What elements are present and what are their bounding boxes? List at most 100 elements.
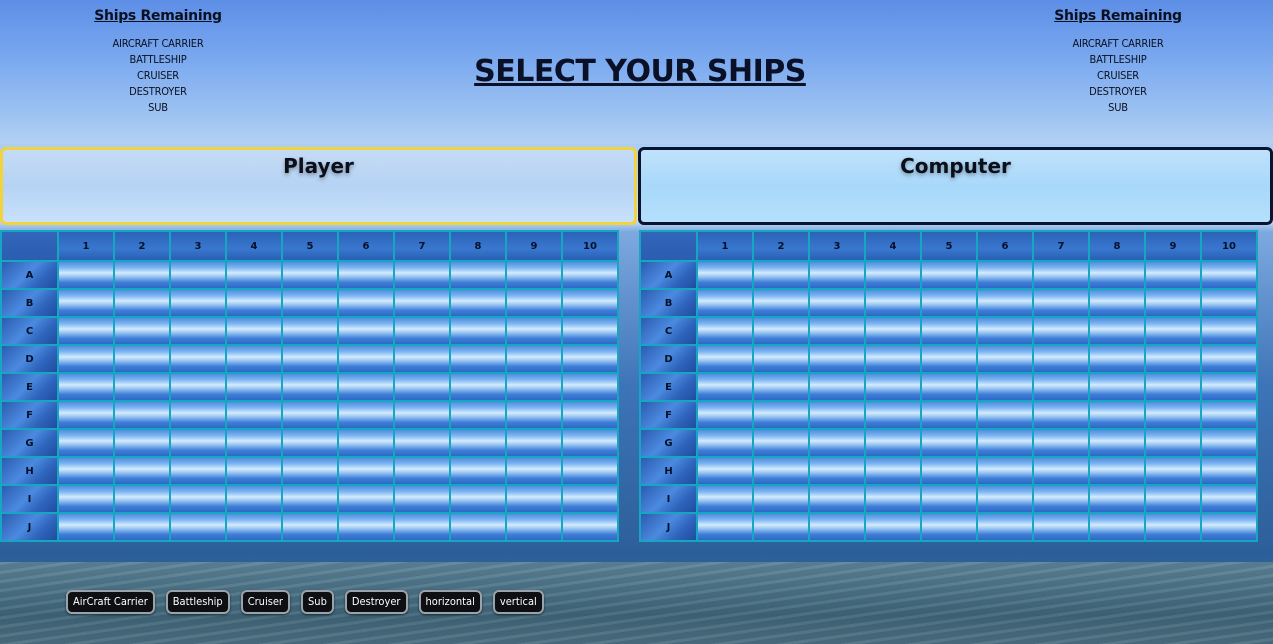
computer-board-cell[interactable] [1200, 512, 1258, 542]
player-board-cell[interactable] [449, 316, 507, 346]
player-board-cell[interactable] [393, 288, 451, 318]
computer-board-cell[interactable] [696, 260, 754, 290]
computer-board-cell[interactable] [1032, 344, 1090, 374]
player-board-cell[interactable] [449, 344, 507, 374]
player-board-cell[interactable] [57, 260, 115, 290]
player-board-cell[interactable] [281, 372, 339, 402]
player-board-cell[interactable] [561, 344, 619, 374]
computer-board-cell[interactable] [696, 428, 754, 458]
computer-board-cell[interactable] [864, 288, 922, 318]
computer-board-cell[interactable] [696, 372, 754, 402]
computer-board-cell[interactable] [1088, 512, 1146, 542]
horizontal-button[interactable]: horizontal [418, 590, 482, 614]
player-board-cell[interactable] [337, 260, 395, 290]
player-board-cell[interactable] [225, 316, 283, 346]
computer-board-cell[interactable] [976, 456, 1034, 486]
player-board-cell[interactable] [337, 344, 395, 374]
computer-board-cell[interactable] [808, 428, 866, 458]
player-board-cell[interactable] [393, 400, 451, 430]
computer-board-cell[interactable] [1032, 456, 1090, 486]
player-board-cell[interactable] [57, 372, 115, 402]
player-board-cell[interactable] [505, 372, 563, 402]
computer-board-cell[interactable] [1032, 512, 1090, 542]
computer-board-cell[interactable] [1144, 344, 1202, 374]
computer-board-cell[interactable] [696, 316, 754, 346]
player-board-cell[interactable] [169, 484, 227, 514]
computer-board-cell[interactable] [920, 260, 978, 290]
player-board-cell[interactable] [57, 428, 115, 458]
computer-board-cell[interactable] [1200, 428, 1258, 458]
player-board-cell[interactable] [337, 372, 395, 402]
computer-board-cell[interactable] [976, 484, 1034, 514]
player-board-cell[interactable] [225, 344, 283, 374]
computer-board-cell[interactable] [808, 260, 866, 290]
computer-board-cell[interactable] [920, 344, 978, 374]
computer-board-cell[interactable] [696, 512, 754, 542]
player-board-cell[interactable] [561, 316, 619, 346]
player-board-cell[interactable] [561, 372, 619, 402]
player-board-cell[interactable] [449, 400, 507, 430]
sub-button[interactable]: Sub [301, 590, 334, 614]
computer-board-cell[interactable] [1032, 484, 1090, 514]
player-board-cell[interactable] [281, 428, 339, 458]
computer-board-cell[interactable] [920, 372, 978, 402]
player-board-cell[interactable] [57, 316, 115, 346]
computer-board-cell[interactable] [1200, 288, 1258, 318]
cruiser-button[interactable]: Cruiser [240, 590, 291, 614]
player-board-cell[interactable] [561, 260, 619, 290]
player-board-cell[interactable] [505, 400, 563, 430]
computer-board-cell[interactable] [1200, 484, 1258, 514]
computer-board-cell[interactable] [1144, 288, 1202, 318]
computer-board-cell[interactable] [864, 428, 922, 458]
computer-board-cell[interactable] [1144, 428, 1202, 458]
player-board-cell[interactable] [337, 484, 395, 514]
computer-board-cell[interactable] [976, 344, 1034, 374]
player-board-cell[interactable] [281, 288, 339, 318]
player-board-cell[interactable] [225, 260, 283, 290]
computer-board-cell[interactable] [1088, 428, 1146, 458]
player-board-cell[interactable] [281, 456, 339, 486]
computer-board-cell[interactable] [752, 400, 810, 430]
computer-board-cell[interactable] [1144, 372, 1202, 402]
player-board-cell[interactable] [449, 372, 507, 402]
computer-board-cell[interactable] [920, 316, 978, 346]
computer-board-cell[interactable] [752, 344, 810, 374]
computer-board-cell[interactable] [808, 456, 866, 486]
computer-board-cell[interactable] [1088, 344, 1146, 374]
player-board-cell[interactable] [561, 428, 619, 458]
battleship-button[interactable]: Battleship [165, 590, 230, 614]
player-board-cell[interactable] [169, 288, 227, 318]
player-board-cell[interactable] [281, 484, 339, 514]
computer-board-cell[interactable] [808, 344, 866, 374]
player-board-cell[interactable] [57, 344, 115, 374]
player-board-cell[interactable] [337, 400, 395, 430]
computer-board-cell[interactable] [696, 456, 754, 486]
computer-board-cell[interactable] [752, 316, 810, 346]
computer-board-cell[interactable] [864, 260, 922, 290]
player-board-cell[interactable] [113, 428, 171, 458]
player-board-cell[interactable] [169, 372, 227, 402]
computer-board-cell[interactable] [696, 484, 754, 514]
computer-board-cell[interactable] [752, 428, 810, 458]
computer-board-cell[interactable] [808, 400, 866, 430]
computer-board-cell[interactable] [752, 372, 810, 402]
player-board-cell[interactable] [281, 260, 339, 290]
computer-board-cell[interactable] [752, 260, 810, 290]
computer-board-cell[interactable] [920, 288, 978, 318]
computer-board-cell[interactable] [920, 512, 978, 542]
player-board-cell[interactable] [561, 288, 619, 318]
player-board-cell[interactable] [561, 456, 619, 486]
player-board-cell[interactable] [505, 288, 563, 318]
player-board-cell[interactable] [225, 512, 283, 542]
player-board-cell[interactable] [393, 372, 451, 402]
player-board-cell[interactable] [113, 260, 171, 290]
computer-board-cell[interactable] [1144, 260, 1202, 290]
computer-board-cell[interactable] [808, 484, 866, 514]
player-board-cell[interactable] [449, 260, 507, 290]
player-board-cell[interactable] [393, 456, 451, 486]
player-board-cell[interactable] [169, 344, 227, 374]
computer-board-cell[interactable] [1088, 260, 1146, 290]
player-board-cell[interactable] [113, 344, 171, 374]
computer-board-cell[interactable] [1144, 484, 1202, 514]
destroyer-button[interactable]: Destroyer [344, 590, 408, 614]
